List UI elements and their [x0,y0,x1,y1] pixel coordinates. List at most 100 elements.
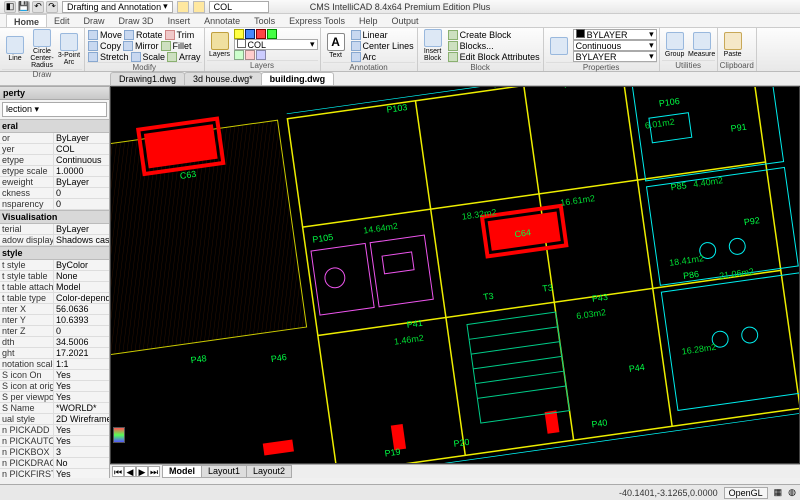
scale-button[interactable]: Scale [130,51,167,62]
workspace-selector[interactable]: Drafting and Annotation▾ [62,1,173,13]
property-value[interactable]: Yes [54,469,109,478]
property-value[interactable]: Color-dependent print [54,293,109,303]
ribbon-tab-help[interactable]: Help [352,14,385,27]
property-value[interactable]: ByLayer [54,133,109,143]
property-value[interactable]: COL [54,144,109,154]
property-row[interactable]: adow displayShadows cast and rec.. [0,235,109,246]
property-row[interactable]: nter Z0 [0,326,109,337]
app-menu-icon[interactable]: ◧ [4,1,16,13]
property-row[interactable]: S icon at originYes [0,381,109,392]
fillet-button[interactable]: Fillet [160,40,194,51]
property-row[interactable]: S icon OnYes [0,370,109,381]
property-row[interactable]: t style tableNone [0,271,109,282]
property-value[interactable]: 0 [54,326,109,336]
property-value[interactable]: No [54,458,109,468]
panel-label[interactable]: Annotation [323,62,415,72]
ribbon-tab-express[interactable]: Express Tools [282,14,352,27]
copy-button[interactable]: Copy [87,40,122,51]
ribbon-tab-draw3d[interactable]: Draw 3D [112,14,161,27]
panel-label[interactable]: Properties [546,62,657,72]
property-row[interactable]: n PICKDRAGNo [0,458,109,469]
property-value[interactable]: ByLayer [54,177,109,187]
property-row[interactable]: notation scale1:1 [0,359,109,370]
property-value[interactable]: 0 [54,188,109,198]
property-row[interactable]: S Name*WORLD* [0,403,109,414]
rotate-button[interactable]: Rotate [123,29,164,40]
ribbon-tab-draw[interactable]: Draw [77,14,112,27]
arc-dim-button[interactable]: Arc [350,51,415,62]
property-row[interactable]: nter X56.0636 [0,304,109,315]
property-value[interactable]: *WORLD* [54,403,109,413]
layer-combo[interactable]: COL▾ [234,39,318,50]
status-icon[interactable]: ◍ [788,487,796,498]
property-value[interactable]: 3 [54,447,109,457]
ribbon-tab-tools[interactable]: Tools [247,14,282,27]
ribbon-tab-edit[interactable]: Edit [47,14,77,27]
property-value[interactable]: 34.5006 [54,337,109,347]
group-button[interactable]: Group [662,32,688,58]
model-tab[interactable]: Model [162,465,202,478]
paste-button[interactable]: Paste [720,32,746,58]
property-value[interactable]: 1.0000 [54,166,109,176]
doc-tab-active[interactable]: building.dwg [261,72,335,85]
layout-tab[interactable]: Layout2 [246,465,292,478]
panel-label[interactable]: Layers [207,60,318,70]
layers-button[interactable]: Layers [207,32,233,58]
mirror-button[interactable]: Mirror [122,40,160,51]
property-row[interactable]: orByLayer [0,133,109,144]
circle-button[interactable]: Circle Center-Radius [29,29,55,69]
property-row[interactable]: dth34.5006 [0,337,109,348]
drawing-canvas[interactable]: P108P103P104P106 C63C64 T3T3 P91P92 P85P… [110,86,800,464]
doc-tab[interactable]: Drawing1.dwg [110,72,185,85]
arc-button[interactable]: 3-Point Arc [56,33,82,66]
panel-label[interactable]: Modify [87,62,202,72]
property-row[interactable]: nsparency0 [0,199,109,210]
panel-label[interactable]: Draw [2,69,82,79]
tab-first-icon[interactable]: ⏮ [112,466,124,477]
panel-label[interactable]: Block [420,62,541,72]
property-category[interactable]: eral [0,119,109,133]
property-row[interactable]: n PICKFIRSTYes [0,469,109,478]
property-category[interactable]: Visualisation [0,210,109,224]
property-value[interactable]: Yes [54,436,109,446]
render-mode[interactable]: OpenGL [724,487,768,499]
property-value[interactable]: Yes [54,392,109,402]
property-row[interactable]: t table typeColor-dependent print [0,293,109,304]
property-row[interactable]: n PICKBOX3 [0,447,109,458]
property-row[interactable]: ual style2D Wireframe [0,414,109,425]
property-row[interactable]: S per viewportYes [0,392,109,403]
property-row[interactable]: ght17.2021 [0,348,109,359]
property-value[interactable]: Yes [54,381,109,391]
property-row[interactable]: terialByLayer [0,224,109,235]
property-category[interactable]: style [0,246,109,260]
line-button[interactable]: Line [2,36,28,62]
array-button[interactable]: Array [166,51,202,62]
property-value[interactable]: 56.0636 [54,304,109,314]
trim-button[interactable]: Trim [164,29,198,40]
property-row[interactable]: n PICKADDYes [0,425,109,436]
doc-tab[interactable]: 3d house.dwg* [184,72,262,85]
property-value[interactable]: Shadows cast and rec.. [54,235,109,245]
property-value[interactable]: 0 [54,199,109,209]
selection-combo[interactable]: lection ▾ [2,102,107,117]
stretch-button[interactable]: Stretch [87,51,130,62]
property-value[interactable]: Model [54,282,109,292]
property-row[interactable]: yerCOL [0,144,109,155]
ribbon-tab-annotate[interactable]: Annotate [197,14,247,27]
color-combo[interactable]: BYLAYER▾ [573,29,657,40]
property-value[interactable]: None [54,271,109,281]
property-row[interactable]: eweightByLayer [0,177,109,188]
linear-dim-button[interactable]: Linear [350,29,415,40]
property-value[interactable]: Yes [54,425,109,435]
property-row[interactable]: n PICKAUTOYes [0,436,109,447]
search-input[interactable] [209,1,269,13]
property-value[interactable]: 2D Wireframe [54,414,109,424]
blocks-button[interactable]: Blocks... [447,40,541,51]
measure-button[interactable]: Measure [689,32,715,58]
property-value[interactable]: ByLayer [54,224,109,234]
property-row[interactable]: etypeContinuous [0,155,109,166]
centerlines-button[interactable]: Center Lines [350,40,415,51]
ribbon-tab-insert[interactable]: Insert [161,14,198,27]
property-value[interactable]: 10.6393 [54,315,109,325]
property-value[interactable]: 1:1 [54,359,109,369]
